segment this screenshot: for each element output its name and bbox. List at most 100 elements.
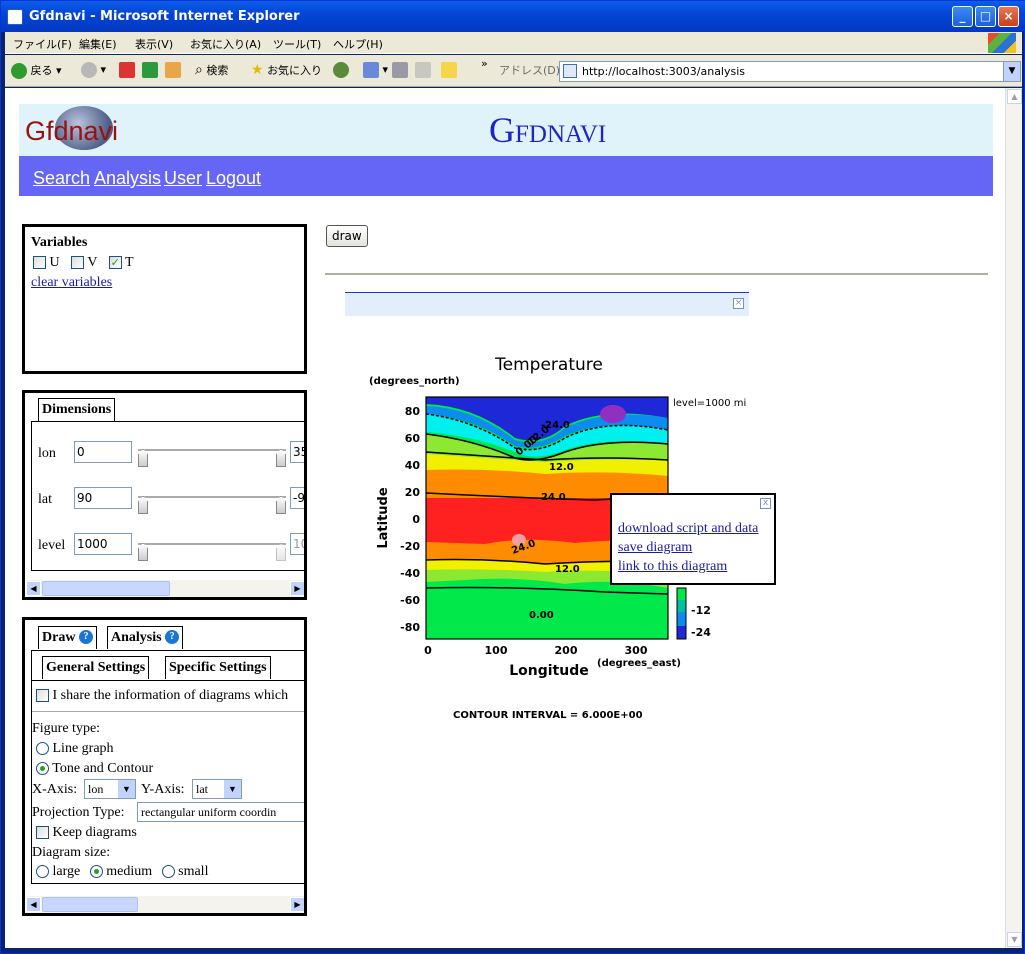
figure-type-tone[interactable]: Tone and Contour: [36, 761, 153, 777]
level-slider[interactable]: [138, 543, 286, 545]
stop-button[interactable]: [119, 62, 135, 78]
lat-slider[interactable]: [138, 496, 286, 498]
clear-variables-link[interactable]: clear variables: [31, 275, 112, 291]
menu-file[interactable]: ファイル(F): [13, 36, 72, 52]
draw-hscrollbar[interactable]: ◀ ▶: [26, 896, 304, 913]
nav-user[interactable]: User: [164, 168, 202, 189]
checkbox-v[interactable]: [71, 256, 85, 270]
search-button[interactable]: ⌕ 検索: [195, 62, 228, 78]
nav-analysis[interactable]: Analysis: [94, 168, 161, 189]
radio-small[interactable]: [161, 865, 175, 879]
refresh-button[interactable]: [142, 62, 158, 78]
nav-bar: Search Analysis User Logout: [19, 156, 993, 196]
toolbar-chevron[interactable]: »: [481, 57, 488, 70]
menu-favorites[interactable]: お気に入り(A): [190, 36, 261, 52]
level-slider-min-handle[interactable]: [138, 543, 148, 561]
address-label: アドレス(D): [499, 64, 561, 77]
address-bar[interactable]: http://localhost:3003/analysis ▼: [559, 61, 1021, 82]
forward-button[interactable]: ▾: [81, 62, 106, 78]
plot-yunit: (degrees_north): [369, 376, 460, 387]
level-from-input[interactable]: 1000: [74, 533, 132, 555]
scroll-thumb[interactable]: [42, 581, 170, 596]
edit-button[interactable]: [415, 62, 431, 78]
scroll-down-arrow[interactable]: ▼: [1007, 932, 1022, 947]
maximize-button[interactable]: □: [975, 6, 996, 27]
variables-panel: Variables U V T clear variables: [22, 224, 307, 374]
diagram-size-row: large medium small: [36, 864, 208, 880]
checkbox-t[interactable]: [108, 256, 122, 270]
link-to-diagram-link[interactable]: link to this diagram: [618, 559, 727, 575]
save-diagram-link[interactable]: save diagram: [618, 540, 692, 556]
lon-slider-max-handle[interactable]: [276, 449, 286, 467]
x-axis-select[interactable]: lon ▼: [84, 779, 136, 799]
lon-to-input[interactable]: 35: [290, 441, 304, 463]
radio-large[interactable]: [36, 865, 49, 879]
keep-checkbox[interactable]: [36, 826, 49, 840]
address-dropdown-icon[interactable]: ▼: [1003, 62, 1020, 81]
lon-slider[interactable]: [138, 449, 286, 451]
close-diagram-icon[interactable]: ×: [733, 298, 744, 309]
tab-analysis[interactable]: Analysis ?: [107, 626, 184, 649]
help-icon[interactable]: ?: [78, 630, 93, 644]
scroll-left-arrow[interactable]: ◀: [26, 581, 41, 596]
draw-button[interactable]: draw: [326, 225, 368, 247]
y-tick-label: -80: [400, 621, 420, 634]
address-url: http://localhost:3003/analysis: [582, 65, 746, 78]
help-icon[interactable]: ?: [165, 630, 180, 644]
scroll-thumb[interactable]: [42, 897, 138, 912]
y-tick-label: 40: [405, 459, 421, 472]
print-icon: [392, 62, 408, 78]
download-script-link[interactable]: download script and data: [618, 521, 758, 537]
lat-slider-max-handle[interactable]: [276, 496, 286, 514]
draw-body: General Settings Specific Settings I sha…: [31, 650, 304, 884]
share-checkbox[interactable]: [36, 689, 49, 703]
nav-logout[interactable]: Logout: [206, 168, 261, 189]
menu-view[interactable]: 表示(V): [135, 36, 173, 52]
tab-general-settings[interactable]: General Settings: [42, 656, 150, 679]
diagram-popup-menu: x download script and data save diagram …: [610, 493, 776, 585]
print-button[interactable]: [392, 62, 408, 78]
close-popup-icon[interactable]: x: [760, 498, 771, 509]
favorites-button[interactable]: ★ お気に入り: [251, 62, 322, 78]
lon-slider-min-handle[interactable]: [138, 449, 148, 467]
logo[interactable]: Gfdnavi: [25, 116, 118, 147]
y-axis-select[interactable]: lat ▼: [192, 779, 242, 799]
media-button[interactable]: [333, 62, 349, 78]
menu-help[interactable]: ヘルプ(H): [333, 36, 383, 52]
tab-draw[interactable]: Draw ?: [38, 626, 97, 649]
close-window-button[interactable]: ×: [998, 6, 1019, 27]
tab-specific-settings[interactable]: Specific Settings: [165, 656, 271, 679]
site-header: Gfdnavi Gfdnavi: [19, 104, 993, 156]
projection-select[interactable]: rectangular uniform coordin: [137, 802, 304, 822]
home-button[interactable]: [165, 62, 181, 78]
checkbox-u[interactable]: [33, 256, 46, 270]
radio-medium[interactable]: [89, 865, 103, 879]
dimensions-hscrollbar[interactable]: ◀ ▶: [26, 580, 304, 597]
figure-type-line[interactable]: Line graph: [36, 741, 114, 757]
lon-from-input[interactable]: 0: [74, 441, 132, 463]
minimize-button[interactable]: _: [952, 6, 973, 27]
lat-slider-min-handle[interactable]: [138, 496, 148, 514]
menu-tools[interactable]: ツール(T): [273, 36, 321, 52]
diagram-header-bar: ×: [345, 292, 749, 316]
lat-to-input[interactable]: -9: [290, 487, 304, 509]
radio-line-graph[interactable]: [36, 742, 49, 756]
colorbar-label: -24: [691, 626, 711, 639]
nav-search[interactable]: Search: [33, 168, 90, 189]
level-slider-max-handle[interactable]: [276, 543, 286, 561]
radio-tone-contour[interactable]: [36, 762, 49, 776]
lat-from-input[interactable]: 90: [74, 487, 132, 509]
level-to-input[interactable]: 10: [290, 533, 304, 555]
scroll-right-arrow[interactable]: ▶: [290, 897, 304, 912]
x-axis-label: X-Axis:: [32, 782, 78, 797]
back-button[interactable]: 戻る ▾: [11, 62, 62, 79]
scroll-right-arrow[interactable]: ▶: [290, 581, 304, 596]
tab-dimensions[interactable]: Dimensions: [38, 398, 116, 421]
title-bar: Gfdnavi - Microsoft Internet Explorer _ …: [1, 1, 1025, 32]
scroll-up-arrow[interactable]: ▲: [1007, 89, 1022, 104]
mail-button[interactable]: ▾: [363, 62, 388, 78]
messenger-button[interactable]: [441, 62, 457, 78]
scroll-left-arrow[interactable]: ◀: [26, 897, 41, 912]
menu-edit[interactable]: 編集(E): [79, 36, 117, 52]
page-vscrollbar[interactable]: ▲ ▼: [1005, 88, 1022, 948]
